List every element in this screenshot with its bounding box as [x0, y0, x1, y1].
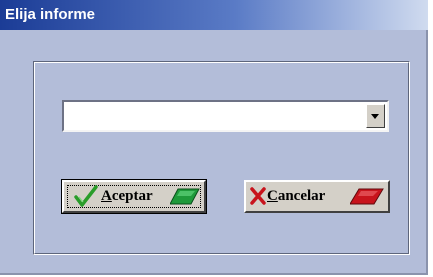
cancel-label: Cancelar [267, 188, 326, 204]
dialog-panel [33, 61, 410, 255]
cross-icon [250, 187, 266, 205]
report-select[interactable] [62, 100, 389, 132]
chevron-down-icon [371, 114, 379, 119]
dropdown-button[interactable] [366, 104, 385, 128]
window-title: Elija informe [5, 6, 96, 23]
report-dialog: Elija informe Aceptar Cancelar [0, 0, 428, 275]
cancel-button[interactable]: Cancelar [244, 180, 390, 213]
red-parallelogram-icon [350, 188, 384, 205]
green-parallelogram-icon [170, 188, 200, 205]
check-icon [74, 185, 98, 207]
title-bar[interactable]: Elija informe [0, 0, 428, 30]
dialog-panel-inner [34, 62, 409, 254]
accept-button[interactable]: Aceptar [61, 179, 207, 214]
accept-label: Aceptar [101, 188, 153, 204]
